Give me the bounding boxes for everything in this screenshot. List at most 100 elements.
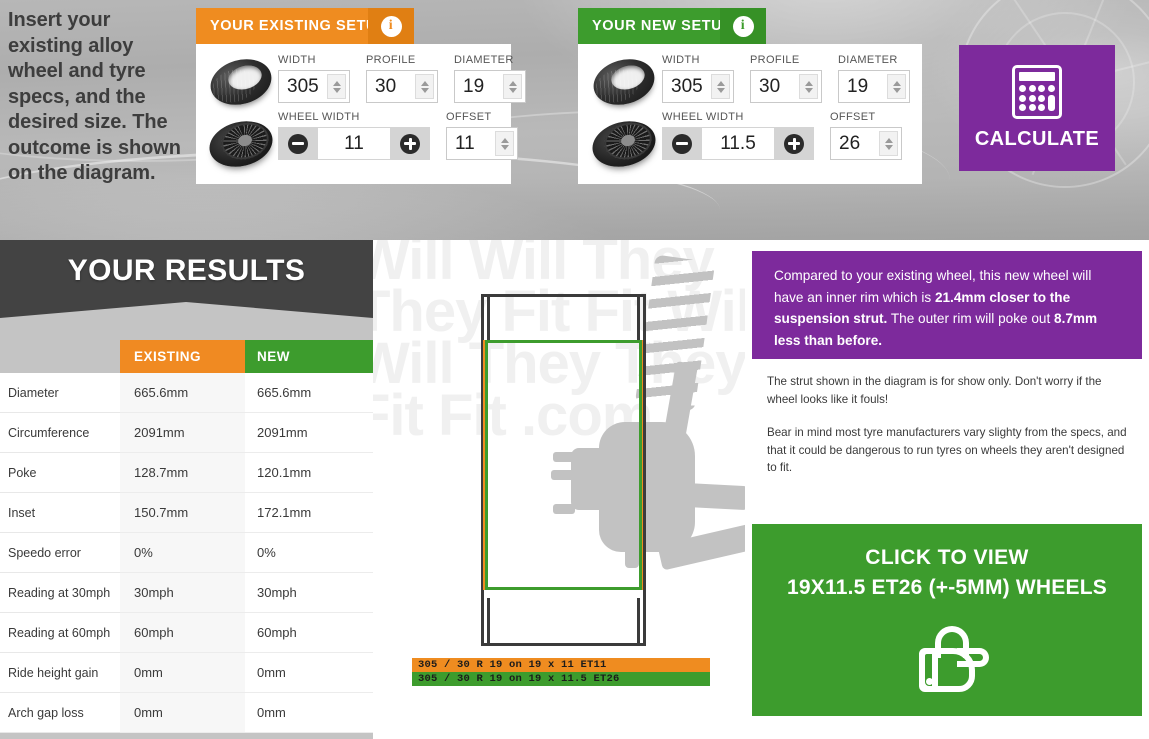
row-existing-value: 2091mm	[120, 413, 245, 453]
table-row: Speedo error 0% 0%	[0, 533, 373, 573]
new-setup-fields: WIDTH 305 PROFILE 30 DIAMETER 19 WHEEL W…	[662, 54, 910, 172]
new-offset-input[interactable]: 26	[830, 127, 902, 160]
calculator-icon	[1012, 65, 1062, 119]
existing-setup-title: YOUR EXISTING SETUP	[210, 18, 388, 34]
row-label: Circumference	[0, 413, 120, 453]
existing-setup-fields: WIDTH 305 PROFILE 30 DIAMETER 19 WHEEL W…	[278, 54, 526, 172]
new-wheel-width-field: WHEEL WIDTH 11.5	[662, 111, 814, 160]
info-icon: i	[380, 15, 402, 37]
row-label: Ride height gain	[0, 653, 120, 693]
results-header-notch	[0, 302, 373, 318]
row-new-value: 30mph	[245, 573, 373, 613]
row-new-value: 0mm	[245, 693, 373, 733]
comparison-callout: Compared to your existing wheel, this ne…	[752, 251, 1142, 359]
existing-profile-stepper[interactable]	[415, 74, 434, 99]
row-label: Poke	[0, 453, 120, 493]
new-setup-panel: YOUR NEW SETUP i WIDTH 305 PROFILE 30 DI…	[578, 8, 922, 184]
existing-wheel-width-value[interactable]: 11	[318, 127, 390, 160]
new-profile-input[interactable]: 30	[750, 70, 822, 103]
row-label: Inset	[0, 493, 120, 533]
table-row: Arch gap loss 0mm 0mm	[0, 693, 373, 733]
note-strut: The strut shown in the diagram is for sh…	[767, 375, 1102, 406]
info-icon-glyph: i	[388, 18, 394, 33]
calculate-label: CALCULATE	[974, 128, 1100, 150]
row-label: Arch gap loss	[0, 693, 120, 733]
row-existing-value: 0%	[120, 533, 245, 573]
new-diameter-stepper[interactable]	[887, 74, 906, 99]
existing-offset-label: OFFSET	[446, 111, 492, 123]
calculate-button[interactable]: CALCULATE	[959, 45, 1115, 171]
new-offset-value: 26	[839, 132, 861, 154]
row-label: Reading at 30mph	[0, 573, 120, 613]
row-new-value: 0mm	[245, 653, 373, 693]
new-offset-field: OFFSET 26	[830, 111, 902, 160]
existing-wheel-width-increment[interactable]	[390, 127, 430, 160]
table-row: Reading at 30mph 30mph 30mph	[0, 573, 373, 613]
table-row: Inset 150.7mm 172.1mm	[0, 493, 373, 533]
new-profile-field: PROFILE 30	[750, 54, 822, 103]
existing-width-value: 305	[287, 75, 319, 97]
new-wheel-width-value[interactable]: 11.5	[702, 127, 774, 160]
existing-profile-label: PROFILE	[366, 54, 416, 66]
row-existing-value: 0mm	[120, 653, 245, 693]
fitment-diagram: Will Will They They Fit Fit Will Will Th…	[373, 240, 745, 739]
existing-wheel-width-stepper: 11	[278, 127, 430, 160]
new-rim-overlay	[485, 340, 642, 590]
new-width-stepper[interactable]	[711, 74, 730, 99]
hero-shadow-gradient	[0, 178, 1149, 240]
existing-profile-input[interactable]: 30	[366, 70, 438, 103]
new-diameter-input[interactable]: 19	[838, 70, 910, 103]
existing-wheel-width-decrement[interactable]	[278, 127, 318, 160]
new-setup-tab: YOUR NEW SETUP i	[578, 8, 766, 44]
results-table: EXISTING NEW Diameter 665.6mm 665.6mm Ci…	[0, 340, 373, 733]
right-column: Compared to your existing wheel, this ne…	[745, 240, 1149, 739]
results-col-new: NEW	[245, 340, 373, 373]
new-profile-stepper[interactable]	[799, 74, 818, 99]
info-icon-glyph: i	[740, 18, 746, 33]
existing-setup-thumbnails	[204, 52, 278, 174]
new-setup-title: YOUR NEW SETUP	[592, 18, 733, 34]
existing-diameter-label: DIAMETER	[454, 54, 514, 66]
existing-profile-field: PROFILE 30	[366, 54, 438, 103]
existing-offset-stepper[interactable]	[495, 131, 514, 156]
results-panel: YOUR RESULTS EXISTING NEW Diameter 665.6…	[0, 240, 373, 739]
note-manufacturers: Bear in mind most tyre manufacturers var…	[767, 426, 1127, 474]
existing-diameter-input[interactable]: 19	[454, 70, 526, 103]
existing-offset-value: 11	[455, 132, 475, 154]
existing-width-stepper[interactable]	[327, 74, 346, 99]
new-width-label: WIDTH	[662, 54, 700, 66]
existing-diameter-stepper[interactable]	[503, 74, 522, 99]
tyre-image	[204, 52, 278, 112]
new-offset-label: OFFSET	[830, 111, 876, 123]
row-existing-value: 150.7mm	[120, 493, 245, 533]
table-row: Reading at 60mph 60mph 60mph	[0, 613, 373, 653]
new-wheel-width-label: WHEEL WIDTH	[662, 111, 744, 123]
wheel-fitment-calculator-page: Insert your existing alloy wheel and tyr…	[0, 0, 1149, 739]
view-wheels-cta-button[interactable]: CLICK TO VIEW 19X11.5 ET26 (+-5MM) WHEEL…	[752, 524, 1142, 716]
table-row: Diameter 665.6mm 665.6mm	[0, 373, 373, 413]
row-new-value: 2091mm	[245, 413, 373, 453]
results-title: YOUR RESULTS	[67, 254, 306, 287]
new-setup-body: WIDTH 305 PROFILE 30 DIAMETER 19 WHEEL W…	[578, 44, 922, 184]
callout-part2: The outer rim will poke out	[887, 311, 1055, 326]
row-new-value: 665.6mm	[245, 373, 373, 413]
existing-offset-field: OFFSET 11	[446, 111, 518, 160]
existing-offset-input[interactable]: 11	[446, 127, 518, 160]
results-header: YOUR RESULTS	[0, 240, 373, 302]
new-wheel-width-increment[interactable]	[774, 127, 814, 160]
table-row: Ride height gain 0mm 0mm	[0, 653, 373, 693]
new-width-input[interactable]: 305	[662, 70, 734, 103]
existing-setup-info-button[interactable]: i	[368, 8, 414, 44]
alloy-wheel-image	[204, 114, 278, 174]
intro-instructions: Insert your existing alloy wheel and tyr…	[8, 9, 181, 184]
row-new-value: 172.1mm	[245, 493, 373, 533]
new-offset-stepper[interactable]	[879, 131, 898, 156]
existing-width-input[interactable]: 305	[278, 70, 350, 103]
new-profile-label: PROFILE	[750, 54, 800, 66]
existing-diameter-value: 19	[463, 75, 485, 97]
existing-profile-value: 30	[375, 75, 397, 97]
new-diameter-label: DIAMETER	[838, 54, 898, 66]
disclaimer-notes: The strut shown in the diagram is for sh…	[767, 373, 1132, 493]
new-wheel-width-decrement[interactable]	[662, 127, 702, 160]
new-setup-info-button[interactable]: i	[720, 8, 766, 44]
